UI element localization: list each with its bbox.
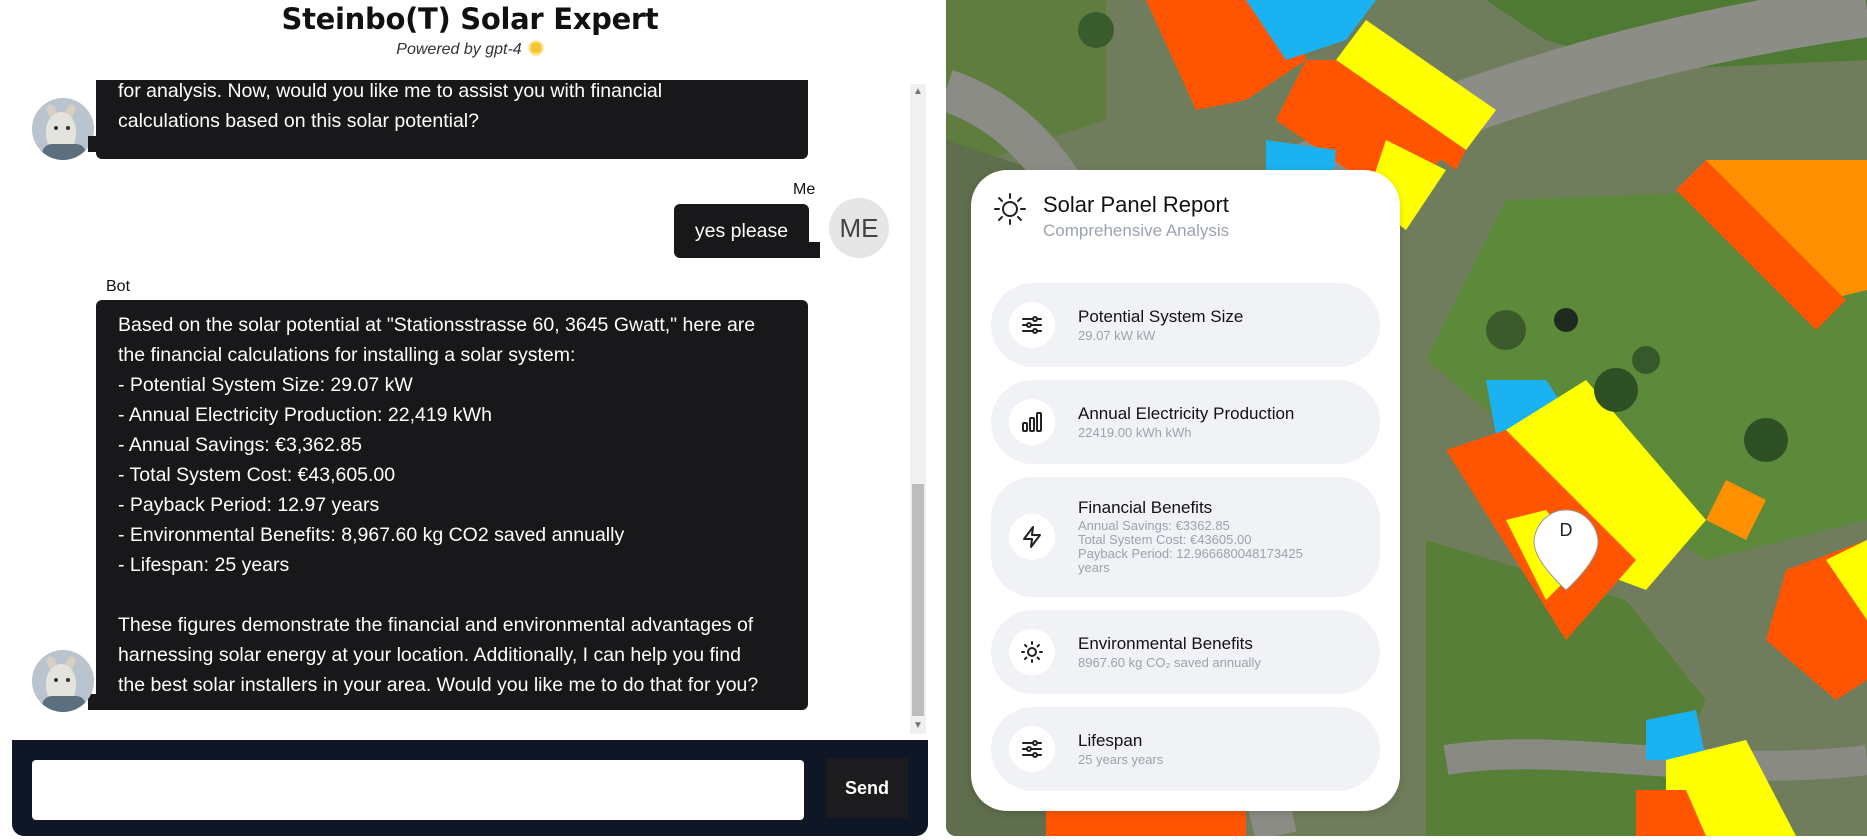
scroll-down-arrow-icon[interactable]: ▼: [910, 718, 926, 734]
user-avatar: ME: [829, 198, 889, 258]
payback-period-unit: years: [1078, 560, 1110, 575]
bot-avatar: [32, 98, 94, 160]
user-message: Me yes please ME: [12, 180, 912, 260]
bar-chart-icon: [1009, 399, 1055, 445]
page-title: Steinbo(T) Solar Expert: [281, 2, 659, 36]
bubble-line: Based on the solar potential at "Station…: [118, 314, 756, 336]
bot-bubble: for analysis. Now, would you like me to …: [96, 80, 808, 159]
report-item-title: Lifespan: [1078, 731, 1143, 750]
report-item-financial-benefits: Financial Benefits Annual Savings: €3362…: [991, 477, 1380, 597]
chat-panel: Steinbo(T) Solar Expert Powered by gpt-4…: [0, 0, 940, 840]
bubble-line: - Total System Cost: €43,605.00: [118, 464, 396, 486]
bubble-tail: [88, 694, 104, 710]
bot-avatar: [32, 650, 94, 712]
report-header: Solar Panel Report Comprehensive Analysi…: [993, 190, 1373, 250]
bot-message: Bot Based on the solar potential at "Sta…: [12, 278, 912, 738]
bubble-line: - Annual Electricity Production: 22,419 …: [118, 404, 492, 426]
bubble-line: These figures demonstrate the financial …: [118, 614, 754, 636]
report-item-value: Annual Savings: €3362.85 Total System Co…: [1078, 519, 1348, 575]
report-item-system-size: Potential System Size 29.07 kW kW: [991, 283, 1380, 367]
bubble-line: - Potential System Size: 29.07 kW: [118, 374, 413, 396]
report-item-value: 25 years years: [1078, 752, 1164, 767]
lightning-icon: [1009, 514, 1055, 560]
chat-header: Steinbo(T) Solar Expert Powered by gpt-4: [0, 0, 940, 59]
bubble-line: calculations based on this solar potenti…: [118, 110, 479, 132]
bubble-line: yes please: [694, 220, 789, 242]
bubble-line: - Lifespan: 25 years: [118, 554, 290, 576]
bubble-line: - Payback Period: 12.97 years: [118, 494, 380, 516]
annual-savings: Annual Savings: €3362.85: [1078, 518, 1230, 533]
sun-emoji-icon: [530, 42, 542, 54]
bot-bubble: Based on the solar potential at "Station…: [96, 300, 808, 710]
report-item-lifespan: Lifespan 25 years years: [991, 707, 1380, 791]
message-input[interactable]: [32, 760, 804, 820]
user-bubble: yes please: [674, 204, 809, 258]
chat-scrollbar[interactable]: ▲ ▼: [910, 84, 926, 734]
bubble-tail: [804, 242, 820, 258]
subtitle-text: Powered by gpt-4: [396, 41, 522, 58]
chat-messages[interactable]: for analysis. Now, would you like me to …: [12, 80, 922, 740]
sun-icon: [993, 192, 1027, 231]
report-item-title: Annual Electricity Production: [1078, 404, 1295, 423]
map-marker-label[interactable]: D: [1556, 520, 1576, 541]
report-item-value: 29.07 kW kW: [1078, 328, 1156, 343]
scroll-thumb[interactable]: [912, 484, 924, 716]
bubble-line: the best solar installers in your area. …: [118, 674, 759, 696]
sliders-icon: [1009, 726, 1055, 772]
bubble-line: - Environmental Benefits: 8,967.60 kg CO…: [118, 524, 625, 546]
bubble-line: - Annual Savings: €3,362.85: [118, 434, 362, 456]
page-subtitle: Powered by gpt-4: [0, 40, 940, 59]
report-item-environmental-benefits: Environmental Benefits 8967.60 kg CO₂ sa…: [991, 610, 1380, 694]
message-composer: Send: [12, 740, 928, 836]
sender-label: Bot: [106, 278, 131, 295]
report-item-title: Financial Benefits: [1078, 498, 1213, 517]
scroll-up-arrow-icon[interactable]: ▲: [910, 84, 926, 100]
solar-report-card: Solar Panel Report Comprehensive Analysi…: [971, 170, 1400, 811]
bubble-line: the financial calculations for installin…: [118, 344, 576, 366]
sun-icon: [1009, 629, 1055, 675]
send-button[interactable]: Send: [826, 758, 908, 818]
bubble-line: for analysis. Now, would you like me to …: [118, 80, 663, 102]
payback-period: Payback Period: 12.966680048173425: [1078, 546, 1303, 561]
report-item-value: 8967.60 kg CO₂ saved annually: [1078, 655, 1261, 670]
report-title: Solar Panel Report: [1043, 192, 1229, 217]
sender-label: Me: [793, 181, 816, 198]
report-item-value: 22419.00 kWh kWh: [1078, 425, 1192, 440]
sliders-icon: [1009, 302, 1055, 348]
report-item-electricity-production: Annual Electricity Production 22419.00 k…: [991, 380, 1380, 464]
total-system-cost: Total System Cost: €43605.00: [1078, 532, 1252, 547]
bubble-line: harnessing solar energy at your location…: [118, 644, 741, 666]
report-item-title: Environmental Benefits: [1078, 634, 1253, 653]
bubble-line: [118, 580, 786, 610]
report-subtitle: Comprehensive Analysis: [1043, 221, 1230, 240]
report-item-title: Potential System Size: [1078, 307, 1244, 326]
